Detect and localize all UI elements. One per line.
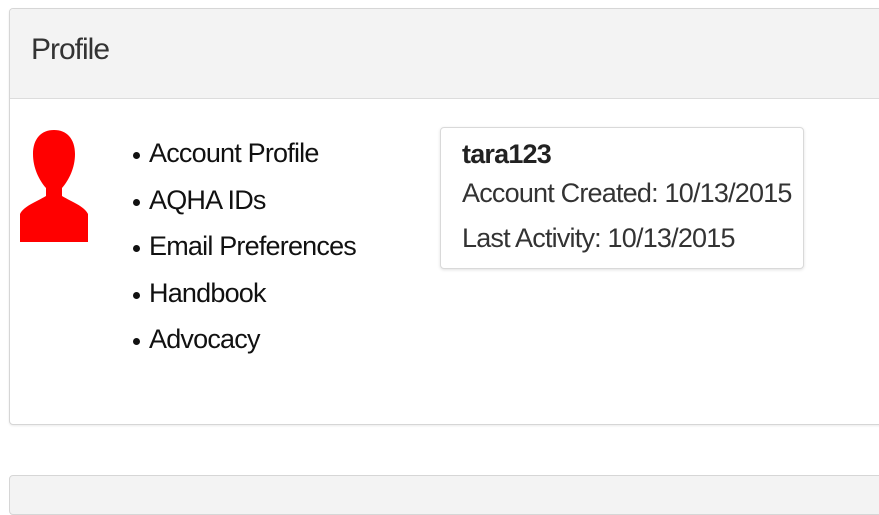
- account-created: Account Created: 10/13/2015: [462, 178, 792, 208]
- nav-item-advocacy[interactable]: Advocacy: [132, 316, 356, 363]
- nav-item-email-preferences[interactable]: Email Preferences: [132, 223, 357, 270]
- nav-item-handbook[interactable]: Handbook: [132, 270, 356, 317]
- panel-title: Profile: [31, 33, 110, 66]
- username: tara123: [462, 139, 552, 169]
- profile-nav-list: Account Profile AQHA IDs Email Preferenc…: [132, 130, 357, 363]
- next-panel: [9, 475, 879, 515]
- panel-heading: Profile: [10, 9, 879, 99]
- last-activity: Last Activity: 10/13/2015: [462, 223, 736, 253]
- nav-item-aqha-ids[interactable]: AQHA IDs: [132, 177, 356, 224]
- nav-item-account-profile[interactable]: Account Profile: [132, 130, 356, 177]
- account-info-card: tara123 Account Created: 10/13/2015 Last…: [440, 127, 804, 269]
- user-silhouette-icon: [20, 130, 88, 242]
